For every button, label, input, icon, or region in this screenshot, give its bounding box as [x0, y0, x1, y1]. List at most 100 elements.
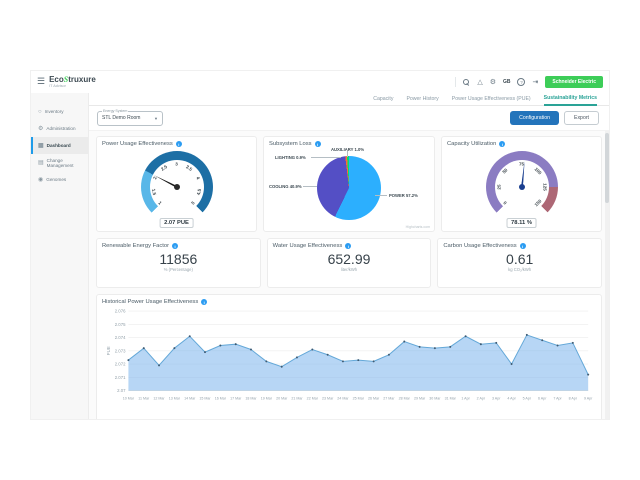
card-title-text: Historical Power Usage Effectiveness: [102, 299, 198, 305]
svg-text:20 Mar: 20 Mar: [276, 397, 288, 401]
tab-power-usage-effectiveness[interactable]: Power Usage Effectiveness (PUE): [452, 96, 531, 105]
leader-line: [311, 157, 341, 158]
language-selector[interactable]: GB: [503, 79, 511, 85]
logout-icon[interactable]: ⇥: [532, 79, 538, 86]
svg-text:2.072: 2.072: [115, 362, 126, 367]
card-power-usage-effectiveness: Power Usage Effectiveness i 1 1.5 2 2.5 …: [96, 136, 257, 232]
historical-pue-area-chart: 2.072.0712.0722.0732.0742.0752.07610 Mar…: [102, 305, 596, 417]
svg-text:5 Apr: 5 Apr: [523, 397, 532, 401]
app-window: ☰ EcoStruxure IT Advisor △ ⚙ GB ? ⇥ Schn…: [30, 70, 610, 420]
toolbar: Energy System STL Demo Room ▼ Configurat…: [89, 106, 609, 130]
sidebar-item-change-management[interactable]: ▤ Change Management: [31, 154, 88, 171]
search-icon[interactable]: [463, 79, 470, 86]
gauge-tick: 75: [519, 162, 524, 167]
sidebar-item-label: Change Management: [47, 158, 88, 168]
help-icon[interactable]: ?: [517, 78, 525, 86]
svg-text:2.07: 2.07: [117, 388, 126, 393]
card-water-usage-effectiveness: Water Usage Effectiveness i 652.99 liter…: [267, 238, 432, 288]
card-historical-pue: Historical Power Usage Effectiveness i 2…: [96, 294, 602, 419]
capacity-gauge: 0 25 50 75 100 125 150 78.11 %: [482, 147, 562, 227]
gauge-hub: [174, 184, 180, 190]
info-icon[interactable]: i: [345, 243, 351, 249]
chevron-down-icon: ▼: [154, 116, 158, 121]
sidebar-item-administration[interactable]: ⚙ Administration: [31, 120, 88, 137]
svg-text:25 Mar: 25 Mar: [353, 397, 365, 401]
genomes-icon: ◉: [38, 176, 43, 183]
settings-icon[interactable]: ⚙: [490, 79, 496, 86]
sidebar-item-dashboard[interactable]: ▦ Dashboard: [31, 137, 88, 154]
water-usage-effectiveness-value: 652.99: [273, 252, 426, 267]
svg-text:30 Mar: 30 Mar: [429, 397, 441, 401]
export-button[interactable]: Export: [564, 111, 599, 125]
svg-text:2.075: 2.075: [115, 322, 126, 327]
highcharts-credit[interactable]: Highcharts.com: [406, 225, 430, 229]
info-icon[interactable]: i: [520, 243, 526, 249]
sidebar-item-genomes[interactable]: ◉ Genomes: [31, 171, 88, 188]
renewable-energy-factor-value: 11856: [102, 252, 255, 267]
svg-text:16 Mar: 16 Mar: [215, 397, 227, 401]
sidebar-item-label: Administration: [46, 126, 75, 131]
svg-text:18 Mar: 18 Mar: [245, 397, 257, 401]
info-icon[interactable]: i: [172, 243, 178, 249]
energy-system-label: Energy System: [102, 109, 128, 113]
svg-text:26 Mar: 26 Mar: [368, 397, 380, 401]
configuration-button[interactable]: Configuration: [510, 111, 559, 125]
header-divider: [455, 77, 456, 87]
leader-line: [303, 186, 317, 187]
svg-text:7 Apr: 7 Apr: [553, 397, 562, 401]
dashboard-icon: ▦: [38, 142, 44, 149]
carbon-usage-effectiveness-value: 0.61: [443, 252, 596, 267]
header-actions: △ ⚙ GB ? ⇥ Schneider Electric: [455, 76, 603, 88]
svg-text:4 Apr: 4 Apr: [507, 397, 516, 401]
pie-label-lighting: LIGHTING 0.9%: [275, 155, 306, 160]
sidebar-item-label: Dashboard: [47, 143, 71, 148]
energy-system-value: STL Demo Room: [102, 115, 140, 121]
pue-gauge-value: 2.07 PUE: [159, 218, 194, 228]
top-bar: ☰ EcoStruxure IT Advisor △ ⚙ GB ? ⇥ Schn…: [31, 71, 609, 93]
sidebar-item-inventory[interactable]: ○ Inventory: [31, 103, 88, 120]
pie-label-cooling: COOLING 40.9%: [269, 184, 302, 189]
svg-text:PUE: PUE: [106, 346, 111, 355]
scrollbar-thumb[interactable]: [605, 133, 609, 203]
card-title-text: Renewable Energy Factor: [102, 243, 169, 249]
svg-text:13 Mar: 13 Mar: [169, 397, 181, 401]
dashboard-content: Power Usage Effectiveness i 1 1.5 2 2.5 …: [89, 130, 609, 419]
schneider-electric-button[interactable]: Schneider Electric: [545, 76, 603, 88]
card-capacity-utilization: Capacity Utilization i 0 25 50 75 100 12…: [441, 136, 602, 232]
svg-text:23 Mar: 23 Mar: [322, 397, 334, 401]
pie-chart: [317, 156, 381, 220]
energy-system-select[interactable]: Energy System STL Demo Room ▼: [97, 111, 163, 126]
card-subsystem-loss: Subsystem Loss i AUXILIARY 1.0% LIGHTING…: [263, 136, 435, 232]
alerts-icon[interactable]: △: [477, 79, 482, 86]
gauge-tick: 3: [175, 162, 178, 167]
tab-capacity[interactable]: Capacity: [373, 96, 393, 105]
svg-text:11 Mar: 11 Mar: [138, 397, 150, 401]
tab-sustainability-metrics[interactable]: Sustainability Metrics: [544, 95, 597, 106]
svg-text:19 Mar: 19 Mar: [261, 397, 273, 401]
card-carbon-usage-effectiveness: Carbon Usage Effectiveness i 0.61 kg CO₂…: [437, 238, 602, 288]
sidebar-item-label: Genomes: [46, 177, 66, 182]
capacity-gauge-value: 78.11 %: [506, 218, 537, 228]
svg-text:2 Apr: 2 Apr: [477, 397, 486, 401]
svg-text:17 Mar: 17 Mar: [230, 397, 242, 401]
dashboard-tabs: Capacity Power History Power Usage Effec…: [89, 93, 609, 106]
hamburger-menu-icon[interactable]: ☰: [37, 76, 45, 87]
main-area: Capacity Power History Power Usage Effec…: [89, 93, 609, 419]
vertical-scrollbar[interactable]: [605, 131, 609, 419]
water-usage-effectiveness-unit: liter/kWh: [273, 267, 426, 272]
tab-power-history[interactable]: Power History: [406, 96, 438, 105]
svg-text:24 Mar: 24 Mar: [337, 397, 349, 401]
svg-text:27 Mar: 27 Mar: [383, 397, 395, 401]
svg-text:6 Apr: 6 Apr: [538, 397, 547, 401]
svg-text:2.071: 2.071: [115, 375, 126, 380]
gauge-tick: 1.5: [151, 188, 157, 195]
carbon-usage-effectiveness-unit: kg CO₂/kWh: [443, 267, 596, 272]
change-management-icon: ▤: [38, 159, 44, 166]
gauge-hub: [519, 184, 525, 190]
svg-text:2.076: 2.076: [115, 309, 126, 314]
svg-text:12 Mar: 12 Mar: [153, 397, 165, 401]
leader-line: [375, 195, 387, 196]
svg-text:29 Mar: 29 Mar: [414, 397, 426, 401]
inventory-icon: ○: [38, 109, 42, 115]
gauge-tick: 125: [542, 183, 547, 191]
